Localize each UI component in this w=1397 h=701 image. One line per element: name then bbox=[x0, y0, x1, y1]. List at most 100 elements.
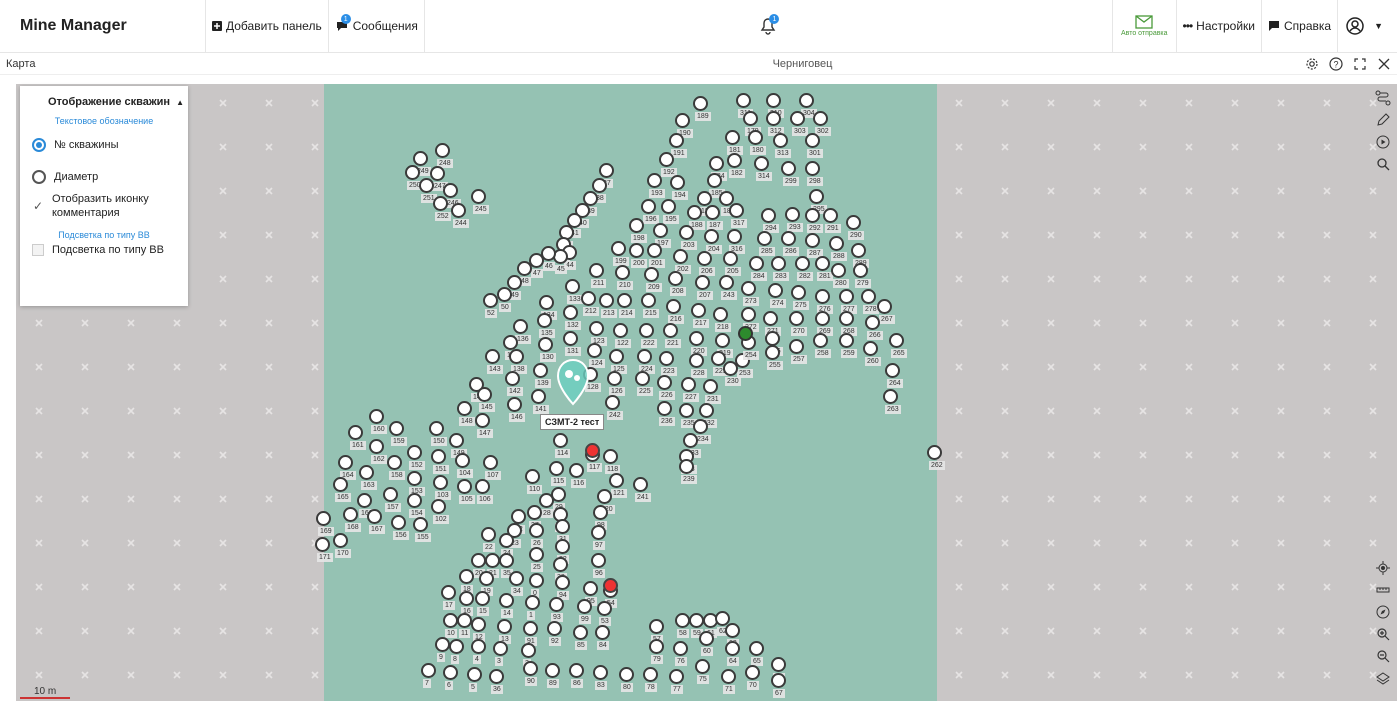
drill-hole[interactable] bbox=[725, 641, 740, 656]
drill-hole[interactable] bbox=[641, 199, 656, 214]
drill-hole[interactable] bbox=[499, 533, 514, 548]
drill-hole[interactable] bbox=[699, 403, 714, 418]
drill-hole[interactable] bbox=[391, 515, 406, 530]
option-diameter[interactable]: Диаметр bbox=[20, 170, 188, 184]
play-icon[interactable] bbox=[1375, 134, 1391, 150]
drill-hole[interactable] bbox=[691, 303, 706, 318]
drill-hole[interactable] bbox=[815, 311, 830, 326]
drill-hole[interactable] bbox=[573, 625, 588, 640]
drill-hole[interactable] bbox=[647, 243, 662, 258]
drill-hole[interactable] bbox=[367, 509, 382, 524]
drill-hole[interactable] bbox=[805, 233, 820, 248]
locate-icon[interactable] bbox=[1375, 560, 1391, 576]
drill-hole[interactable] bbox=[471, 189, 486, 204]
drill-hole[interactable] bbox=[359, 465, 374, 480]
drill-hole[interactable] bbox=[723, 361, 738, 376]
drill-hole[interactable] bbox=[771, 657, 786, 672]
messages-button[interactable]: 1 Сообщения bbox=[329, 0, 425, 52]
drill-hole[interactable] bbox=[805, 133, 820, 148]
drill-hole[interactable] bbox=[790, 111, 805, 126]
zoom-in-icon[interactable] bbox=[1375, 626, 1391, 642]
drill-hole[interactable] bbox=[805, 161, 820, 176]
drill-hole[interactable] bbox=[595, 625, 610, 640]
drill-hole[interactable] bbox=[421, 663, 436, 678]
drill-hole[interactable] bbox=[649, 639, 664, 654]
zoom-out-icon[interactable] bbox=[1375, 648, 1391, 664]
drill-hole[interactable] bbox=[589, 321, 604, 336]
drill-hole[interactable] bbox=[553, 557, 568, 572]
drill-hole[interactable] bbox=[509, 349, 524, 364]
drill-hole[interactable] bbox=[795, 256, 810, 271]
drill-hole[interactable] bbox=[387, 455, 402, 470]
drill-hole[interactable] bbox=[591, 525, 606, 540]
drill-hole[interactable] bbox=[549, 597, 564, 612]
drill-hole[interactable] bbox=[719, 275, 734, 290]
drill-hole[interactable] bbox=[809, 189, 824, 204]
drill-hole[interactable] bbox=[333, 533, 348, 548]
drill-hole[interactable] bbox=[693, 419, 708, 434]
option-hole-number[interactable]: № скважины bbox=[20, 138, 188, 152]
bell-icon[interactable]: 1 bbox=[760, 14, 780, 35]
radio-icon[interactable] bbox=[32, 170, 46, 184]
radio-selected-icon[interactable] bbox=[32, 138, 46, 152]
drill-hole[interactable] bbox=[547, 621, 562, 636]
drill-hole[interactable] bbox=[687, 205, 702, 220]
drill-hole[interactable] bbox=[659, 152, 674, 167]
drill-hole[interactable] bbox=[569, 663, 584, 678]
drill-hole[interactable] bbox=[649, 619, 664, 634]
drill-hole[interactable] bbox=[615, 265, 630, 280]
drill-hole[interactable] bbox=[723, 251, 738, 266]
drill-hole[interactable] bbox=[703, 379, 718, 394]
drill-hole[interactable] bbox=[768, 283, 783, 298]
drill-hole[interactable] bbox=[483, 455, 498, 470]
route-icon[interactable] bbox=[1375, 90, 1391, 106]
drill-hole[interactable] bbox=[721, 669, 736, 684]
drill-hole[interactable] bbox=[539, 493, 554, 508]
drill-hole[interactable] bbox=[611, 241, 626, 256]
drill-hole[interactable] bbox=[863, 341, 878, 356]
drill-hole[interactable] bbox=[389, 421, 404, 436]
drill-hole[interactable] bbox=[727, 153, 742, 168]
drill-hole[interactable] bbox=[609, 473, 624, 488]
drill-hole[interactable] bbox=[653, 223, 668, 238]
drill-hole[interactable] bbox=[591, 553, 606, 568]
pencil-icon[interactable] bbox=[1375, 112, 1391, 128]
drill-hole[interactable] bbox=[603, 449, 618, 464]
compass-icon[interactable] bbox=[1375, 604, 1391, 620]
drill-hole[interactable] bbox=[781, 161, 796, 176]
drill-hole[interactable] bbox=[369, 409, 384, 424]
drill-hole[interactable] bbox=[592, 178, 607, 193]
drill-hole[interactable] bbox=[429, 421, 444, 436]
drill-hole[interactable] bbox=[773, 133, 788, 148]
drill-hole[interactable] bbox=[689, 613, 704, 628]
drill-hole[interactable] bbox=[431, 499, 446, 514]
drill-hole[interactable] bbox=[435, 637, 450, 652]
drill-hole[interactable] bbox=[407, 471, 422, 486]
drill-hole[interactable] bbox=[565, 279, 580, 294]
location-marker[interactable] bbox=[556, 358, 590, 406]
drill-hole[interactable] bbox=[741, 307, 756, 322]
drill-hole[interactable] bbox=[763, 311, 778, 326]
drill-hole[interactable] bbox=[497, 287, 512, 302]
drill-hole[interactable] bbox=[475, 591, 490, 606]
panel-header-row[interactable]: Отображение скважин ▲ bbox=[20, 96, 188, 108]
drill-hole[interactable] bbox=[617, 293, 632, 308]
drill-hole[interactable] bbox=[583, 581, 598, 596]
drill-hole[interactable] bbox=[865, 315, 880, 330]
drill-hole[interactable] bbox=[531, 389, 546, 404]
drill-hole[interactable] bbox=[529, 547, 544, 562]
drill-hole[interactable] bbox=[433, 475, 448, 490]
ruler-icon[interactable] bbox=[1375, 582, 1391, 598]
drill-hole[interactable] bbox=[455, 453, 470, 468]
drill-hole[interactable] bbox=[815, 256, 830, 271]
map-view[interactable]: 3113103041891901793123033021911811803133… bbox=[16, 84, 1397, 701]
drill-hole[interactable] bbox=[668, 271, 683, 286]
drill-hole[interactable] bbox=[315, 537, 330, 552]
drill-hole[interactable] bbox=[815, 289, 830, 304]
drill-hole[interactable] bbox=[851, 243, 866, 258]
drill-hole[interactable] bbox=[477, 387, 492, 402]
drill-hole[interactable] bbox=[679, 225, 694, 240]
drill-hole[interactable] bbox=[889, 333, 904, 348]
drill-hole[interactable] bbox=[581, 291, 596, 306]
drill-hole[interactable] bbox=[555, 575, 570, 590]
